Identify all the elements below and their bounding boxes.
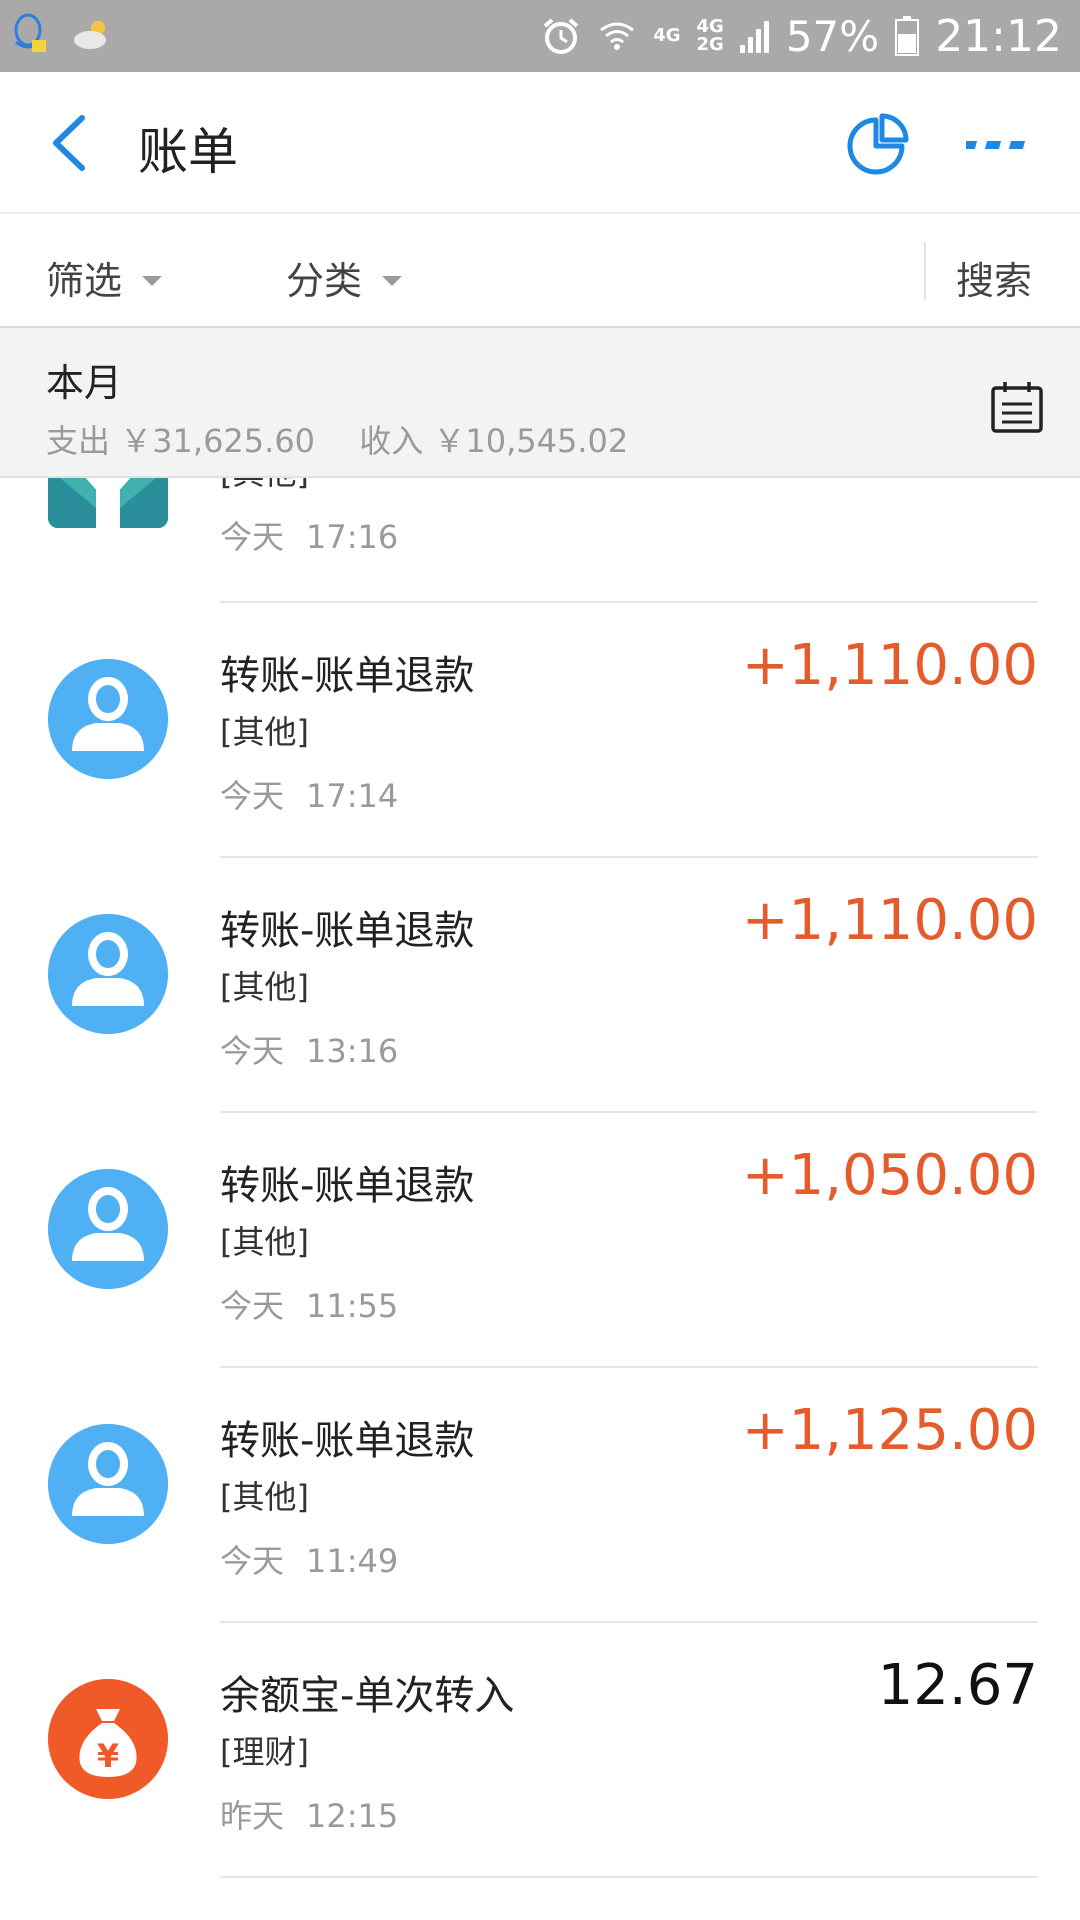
category-dropdown[interactable]: 分类 (286, 250, 403, 305)
title-bar: 账单 (0, 72, 1080, 214)
row-category: [其他] (220, 968, 309, 1006)
row-category: [其他] (220, 713, 309, 751)
calendar-icon[interactable] (990, 380, 1044, 434)
back-arrow-icon[interactable] (42, 110, 102, 176)
row-time: 今天 11:49 (220, 1542, 399, 1580)
list-item[interactable]: [其他] 今天17:16 (0, 478, 1080, 603)
search-button[interactable]: 搜索 (956, 250, 1032, 305)
category-label: 分类 (286, 259, 363, 303)
row-category: [其他] (220, 1223, 309, 1261)
row-title: 转账-账单退款 (220, 1163, 475, 1209)
transaction-list: [其他] 今天17:16 转账-账单退款 [其他] 今天17:14 +1,110… (0, 478, 1080, 1920)
row-time: 昨天 12:15 (220, 1797, 399, 1835)
alarm-icon (543, 18, 579, 54)
expense-total: 支出 ￥31,625.60 (46, 422, 316, 460)
row-title: 转账-账单退款 (220, 908, 475, 954)
month-summary-header: 本月 支出 ￥31,625.60 收入 ￥10,545.02 (0, 328, 1080, 478)
money-bag-icon: ¥ (48, 1679, 168, 1799)
battery-icon (895, 16, 920, 56)
divider (924, 242, 926, 300)
network-type-1: 4G (653, 25, 681, 46)
list-item[interactable]: 转账-账单退款 [其他] 今天 17:14 +1,110.00 (0, 603, 1080, 858)
clock: 21:12 (935, 10, 1062, 62)
network-type-2: 4G 2G (696, 16, 724, 55)
row-amount: +1,125.00 (741, 1398, 1038, 1463)
status-bar: 4G 4G 2G 57% 21:12 (0, 0, 1080, 72)
month-totals: 支出 ￥31,625.60 收入 ￥10,545.02 (46, 416, 662, 462)
row-category: [理财] (220, 1733, 309, 1771)
more-icon[interactable] (966, 130, 1032, 160)
caret-down-icon (142, 275, 163, 286)
wifi-icon (600, 22, 635, 50)
person-avatar-icon (48, 1169, 168, 1289)
person-avatar-icon (48, 914, 168, 1034)
filter-dropdown[interactable]: 筛选 (46, 250, 163, 305)
row-time: 今天 13:16 (220, 1032, 399, 1070)
row-title: 余额宝-单次转入 (220, 1673, 515, 1719)
list-item[interactable]: 转账-账单退款 [其他] 今天 11:49 +1,125.00 (0, 1368, 1080, 1623)
pie-chart-icon[interactable] (846, 112, 910, 176)
filter-label: 筛选 (46, 259, 123, 303)
battery-percent: 57% (785, 11, 880, 61)
row-amount: +1,110.00 (741, 888, 1038, 953)
list-item[interactable]: 转账-账单退款 [其他] 今天 11:55 +1,050.00 (0, 1113, 1080, 1368)
svg-text:¥: ¥ (97, 1737, 119, 1775)
page-title: 账单 (138, 123, 238, 181)
row-title: 转账-账单退款 (220, 653, 475, 699)
signal-icon (739, 21, 769, 53)
row-category: [其他] (220, 478, 309, 494)
month-title: 本月 (46, 361, 123, 405)
caret-down-icon (382, 275, 403, 286)
merchant-logo-icon (48, 478, 168, 528)
divider (220, 1876, 1038, 1878)
row-category: [其他] (220, 1478, 309, 1516)
row-title: 转账-账单退款 (220, 1418, 475, 1464)
person-avatar-icon (48, 659, 168, 779)
row-time: 今天 11:55 (220, 1287, 399, 1325)
filter-bar: 筛选 分类 搜索 (0, 214, 1080, 328)
weather-cloudy-icon (74, 21, 106, 49)
row-time: 今天 17:16 (220, 518, 399, 556)
row-time: 今天 17:14 (220, 777, 399, 815)
income-total: 收入 ￥10,545.02 (359, 422, 629, 460)
row-amount: +1,110.00 (741, 633, 1038, 698)
list-item[interactable]: 转账-账单退款 [其他] 今天 13:16 +1,110.00 (0, 858, 1080, 1113)
list-item[interactable]: ¥ 余额宝-单次转入 [理财] 昨天 12:15 12.67 (0, 1623, 1080, 1878)
row-amount: +1,050.00 (741, 1143, 1038, 1208)
person-avatar-icon (48, 1424, 168, 1544)
qq-icon (14, 13, 46, 52)
row-amount: 12.67 (877, 1653, 1038, 1718)
